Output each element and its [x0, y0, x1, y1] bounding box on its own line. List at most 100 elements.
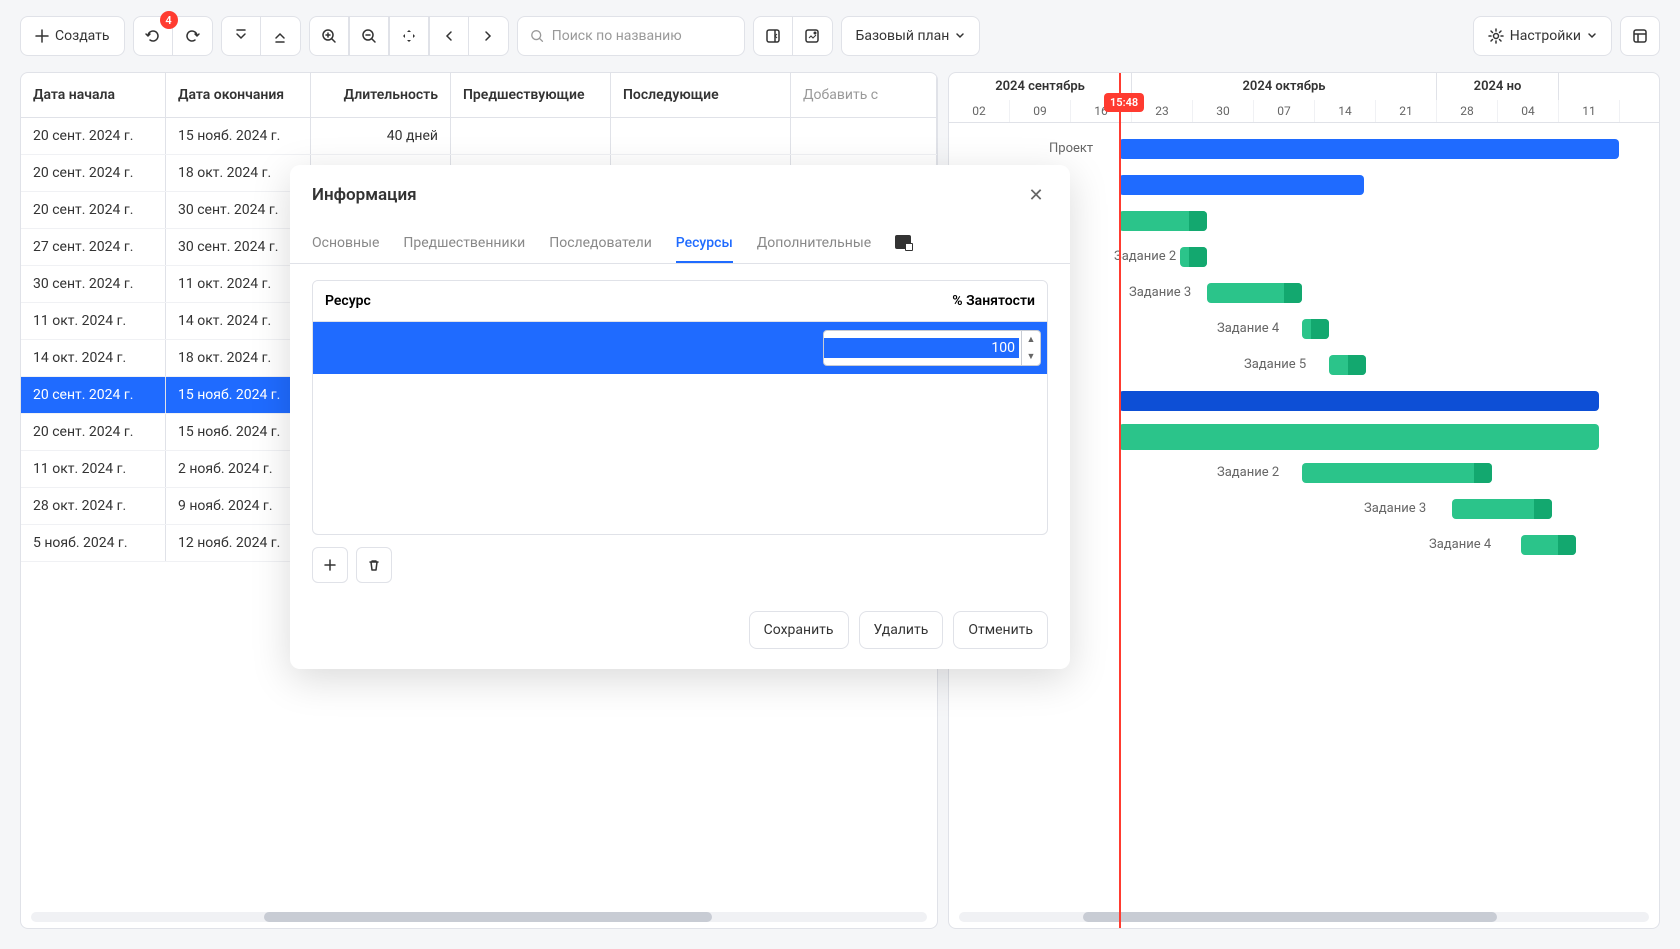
spinner-up[interactable]: ▲ — [1022, 331, 1040, 348]
zoom-out-button[interactable] — [349, 16, 389, 56]
gantt-day: 07 — [1254, 100, 1315, 122]
resource-col-header: Ресурс — [313, 281, 817, 321]
gantt-day: 11 — [1559, 100, 1620, 122]
gantt-bar[interactable] — [1119, 391, 1599, 411]
col-header-add[interactable]: Добавить с — [791, 73, 937, 117]
now-marker — [1119, 73, 1121, 928]
gantt-scrollbar[interactable] — [959, 912, 1649, 922]
pct-spinner[interactable]: ▲ ▼ — [823, 330, 1041, 366]
layout-group — [753, 16, 833, 56]
redo-button[interactable] — [173, 16, 213, 56]
gantt-bar[interactable] — [1302, 463, 1492, 483]
gantt-label: Задание 5 — [1244, 357, 1306, 372]
pct-input[interactable] — [824, 338, 1019, 358]
gantt-bar[interactable] — [1119, 211, 1207, 231]
search-input[interactable] — [552, 28, 732, 44]
layout-b-button[interactable] — [793, 16, 833, 56]
resource-table-header: Ресурс % Занятости — [313, 281, 1047, 322]
settings-label: Настройки — [1510, 28, 1581, 44]
prev-button[interactable] — [429, 16, 469, 56]
gantt-label: Задание 2 — [1114, 249, 1176, 264]
gantt-bar[interactable] — [1452, 499, 1552, 519]
col-header-pred[interactable]: Предшествующие — [451, 73, 611, 117]
resource-name-cell[interactable] — [313, 322, 817, 374]
delete-button[interactable]: Удалить — [859, 611, 944, 649]
tab-resources[interactable]: Ресурсы — [676, 225, 733, 263]
plus-icon — [323, 558, 337, 572]
create-label: Создать — [55, 28, 110, 44]
modal-body: Ресурс % Занятости ▲ ▼ — [290, 264, 1070, 595]
gantt-bar[interactable] — [1329, 355, 1366, 375]
gantt-bar[interactable] — [1119, 175, 1364, 195]
cancel-button[interactable]: Отменить — [953, 611, 1048, 649]
col-header-duration[interactable]: Длительность — [311, 73, 451, 117]
tab-predecessors[interactable]: Предшественники — [403, 225, 525, 263]
tab-notes[interactable] — [895, 225, 911, 263]
plus-icon — [35, 29, 49, 43]
chevron-down-icon — [955, 31, 965, 41]
grid-scrollbar[interactable] — [31, 912, 927, 922]
note-icon — [895, 235, 911, 249]
layout-a-icon — [765, 28, 781, 44]
modal-footer: Сохранить Удалить Отменить — [290, 595, 1070, 669]
gantt-bar[interactable] — [1207, 283, 1302, 303]
undo-icon — [144, 27, 162, 45]
col-header-start[interactable]: Дата начала — [21, 73, 166, 117]
resource-table: Ресурс % Занятости ▲ ▼ — [312, 280, 1048, 535]
gantt-month: 2024 но — [1437, 73, 1559, 100]
undo-button[interactable]: 4 — [133, 16, 173, 56]
redo-icon — [183, 27, 201, 45]
tab-successors[interactable]: Последователи — [549, 225, 652, 263]
zoom-in-icon — [321, 28, 337, 44]
layout-a-button[interactable] — [753, 16, 793, 56]
expand-button[interactable] — [261, 16, 301, 56]
search-box[interactable] — [517, 16, 745, 56]
baseline-button[interactable]: Базовый план — [841, 16, 981, 56]
gantt-label: Задание 4 — [1429, 537, 1491, 552]
zoom-in-button[interactable] — [309, 16, 349, 56]
delete-resource-button[interactable] — [356, 547, 392, 583]
gantt-bar[interactable] — [1302, 319, 1329, 339]
gantt-label: Задание 3 — [1364, 501, 1426, 516]
gear-icon — [1488, 28, 1504, 44]
add-resource-button[interactable] — [312, 547, 348, 583]
modal-header: Информация ✕ — [290, 165, 1070, 225]
gantt-bar[interactable] — [1180, 247, 1207, 267]
undo-redo-group: 4 — [133, 16, 213, 56]
col-header-end[interactable]: Дата окончания — [166, 73, 311, 117]
tab-extra[interactable]: Дополнительные — [757, 225, 871, 263]
spinner-down[interactable]: ▼ — [1022, 348, 1040, 365]
pct-col-header: % Занятости — [817, 281, 1047, 321]
zoom-group — [309, 16, 509, 56]
gantt-bar[interactable] — [1119, 424, 1599, 450]
modal-close-button[interactable]: ✕ — [1024, 183, 1048, 207]
resource-actions — [312, 535, 1048, 595]
modal-title: Информация — [312, 185, 417, 205]
gantt-label: Проект — [1049, 141, 1093, 156]
collapse-button[interactable] — [221, 16, 261, 56]
fit-button[interactable] — [389, 16, 429, 56]
gantt-day: 09 — [1010, 100, 1071, 122]
tab-main[interactable]: Основные — [312, 225, 379, 263]
next-button[interactable] — [469, 16, 509, 56]
panel-icon — [1632, 28, 1648, 44]
expand-icon — [273, 29, 287, 43]
chevron-left-icon — [443, 30, 455, 42]
modal-tabs: Основные Предшественники Последователи Р… — [290, 225, 1070, 264]
save-button[interactable]: Сохранить — [749, 611, 849, 649]
info-modal: Информация ✕ Основные Предшественники По… — [290, 165, 1070, 669]
gantt-bar[interactable] — [1521, 535, 1576, 555]
settings-button[interactable]: Настройки — [1473, 16, 1612, 56]
col-header-succ[interactable]: Последующие — [611, 73, 791, 117]
gantt-day: 21 — [1376, 100, 1437, 122]
resource-row[interactable]: ▲ ▼ — [313, 322, 1047, 374]
undo-badge: 4 — [160, 11, 178, 29]
gantt-day: 14 — [1315, 100, 1376, 122]
collapse-icon — [234, 29, 248, 43]
table-row[interactable]: 20 сент. 2024 г.15 нояб. 2024 г.40 дней — [21, 118, 937, 155]
gantt-bar[interactable] — [1119, 139, 1619, 159]
create-button[interactable]: Создать — [20, 16, 125, 56]
gantt-day: 04 — [1498, 100, 1559, 122]
panel-toggle-button[interactable] — [1620, 16, 1660, 56]
gantt-month: 2024 октябрь — [1132, 73, 1437, 100]
